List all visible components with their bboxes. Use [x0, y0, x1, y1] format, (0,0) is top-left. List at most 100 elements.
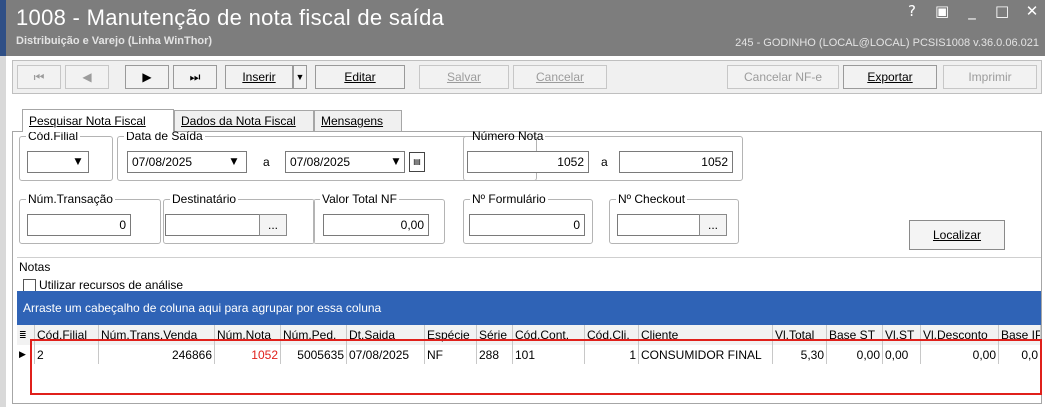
help-icon[interactable]: ? — [905, 2, 919, 20]
destinatario-label: Destinatário — [172, 192, 237, 206]
column-header[interactable]: Série — [477, 325, 513, 345]
first-record-button[interactable]: ⏮ — [17, 65, 61, 89]
next-icon: ▶ — [142, 70, 152, 84]
table-cell: 288 — [477, 345, 513, 364]
restore-icon[interactable]: ▣ — [935, 2, 949, 20]
num-checkout-input[interactable] — [617, 214, 701, 236]
toolbar: ⏮ ◀ ▶ ⏭ Inserir ▼ Editar Salvar Cancelar… — [12, 60, 1042, 94]
system-info: 245 - GODINHO (LOCAL@LOCAL) PCSIS1008 v.… — [735, 37, 1039, 49]
imprimir-label: Imprimir — [968, 70, 1012, 84]
table-cell: 5,30 — [773, 345, 827, 364]
group-by-hint: Arraste um cabeçalho de coluna aqui para… — [23, 301, 382, 315]
column-header[interactable]: Cliente — [639, 325, 773, 345]
inserir-button[interactable]: Inserir — [225, 65, 293, 89]
num-checkout-search-button[interactable]: ... — [699, 214, 727, 236]
analysis-checkbox-label: Utilizar recursos de análise — [39, 278, 184, 292]
column-header[interactable]: Cód.Filial — [35, 325, 99, 345]
calendar-dropdown-icon[interactable]: ▼ — [225, 153, 243, 171]
editar-button[interactable]: Editar — [315, 65, 405, 89]
main-area: ⏮ ◀ ▶ ⏭ Inserir ▼ Editar Salvar Cancelar… — [0, 56, 1045, 407]
num-transacao-label: Núm.Transação — [28, 192, 113, 206]
chevron-down-icon[interactable]: ▼ — [69, 153, 87, 171]
tab-dados-da-nota-fiscal[interactable]: Dados da Nota Fiscal — [174, 110, 314, 131]
window-subtitle: Distribuição e Varejo (Linha WinThor) — [16, 35, 213, 47]
chevron-down-icon: ▼ — [295, 72, 305, 82]
imprimir-button[interactable]: Imprimir — [943, 65, 1037, 89]
column-header[interactable]: Cód.Cont. — [513, 325, 585, 345]
num-formulario-input[interactable]: 0 — [469, 214, 585, 236]
editar-label: Editar — [344, 70, 376, 84]
cancelar-label: Cancelar — [535, 70, 585, 84]
cancelar-button[interactable]: Cancelar — [513, 65, 607, 89]
column-header[interactable]: Vl.Desconto — [921, 325, 999, 345]
column-header[interactable]: Cód.Cli. — [585, 325, 639, 345]
column-header[interactable]: Base ST — [827, 325, 883, 345]
table-cell: 5005635 — [281, 345, 347, 364]
salvar-button[interactable]: Salvar — [419, 65, 509, 89]
tab-label: Pesquisar Nota Fiscal — [29, 114, 146, 128]
column-header[interactable]: Dt.Saida — [347, 325, 425, 345]
destinatario-input[interactable] — [165, 214, 263, 236]
search-panel: Cód.Filial ▼ Data de Saída 07/08/2025 ▼ … — [12, 129, 1042, 404]
numero-nota-to-input[interactable]: 1052 — [619, 151, 733, 173]
exportar-button[interactable]: Exportar — [843, 65, 937, 89]
window-edge — [0, 0, 6, 56]
table-cell: 0,00 — [827, 345, 883, 364]
table-cell: 0,00 — [883, 345, 921, 364]
first-icon: ⏮ — [33, 69, 45, 84]
table-cell: NF — [425, 345, 477, 364]
table-cell: 1 — [585, 345, 639, 364]
maximize-icon[interactable]: □ — [995, 2, 1009, 20]
table-cell: 246866 — [99, 345, 215, 364]
numero-nota-label: Número Nota — [472, 129, 544, 143]
table-cell: 0,0 — [999, 345, 1041, 364]
close-icon[interactable]: ✕ — [1025, 2, 1039, 20]
tab-mensagens[interactable]: Mensagens — [314, 110, 402, 131]
table-cell: 101 — [513, 345, 585, 364]
date-range-separator: a — [263, 155, 270, 169]
destinatario-search-button[interactable]: ... — [259, 214, 287, 236]
main-edge — [0, 56, 6, 407]
numero-range-separator: a — [601, 155, 608, 169]
column-header[interactable]: Núm.Nota — [215, 325, 281, 345]
divider — [17, 257, 1041, 258]
numero-nota-from-input[interactable]: 1052 — [467, 151, 589, 173]
tab-label: Mensagens — [321, 114, 384, 128]
grid-menu-icon[interactable]: ≣ — [17, 325, 35, 345]
cancelar-nfe-label: Cancelar NF-e — [743, 70, 823, 84]
notas-label: Notas — [19, 260, 51, 274]
table-row[interactable]: ▶ 2 246866 1052 5005635 07/08/2025 NF 28… — [17, 345, 1041, 364]
column-header[interactable]: Núm.Trans.Venda — [99, 325, 215, 345]
previous-icon: ◀ — [82, 70, 92, 84]
next-record-button[interactable]: ▶ — [125, 65, 169, 89]
num-transacao-input[interactable]: 0 — [27, 214, 131, 236]
row-indicator-icon: ▶ — [17, 345, 35, 364]
column-header[interactable]: Base IP — [999, 325, 1041, 345]
calendar-dropdown-icon[interactable]: ▼ — [387, 153, 405, 171]
grid-header: ≣ Cód.Filial Núm.Trans.Venda Núm.Nota Nú… — [17, 325, 1041, 346]
tab-label: Dados da Nota Fiscal — [181, 114, 296, 128]
title-bar: 1008 - Manutenção de nota fiscal de saíd… — [0, 0, 1045, 56]
table-cell-num-nota: 1052 — [215, 345, 281, 364]
valor-total-label: Valor Total NF — [322, 192, 397, 206]
minimize-icon[interactable]: _ — [965, 2, 979, 20]
last-record-button[interactable]: ⏭ — [173, 65, 217, 89]
inserir-dropdown-button[interactable]: ▼ — [293, 65, 307, 89]
cancelar-nfe-button[interactable]: Cancelar NF-e — [727, 65, 839, 89]
table-cell: 0,00 — [921, 345, 999, 364]
column-header[interactable]: Vl.Total — [773, 325, 827, 345]
previous-record-button[interactable]: ◀ — [65, 65, 109, 89]
last-icon: ⏭ — [189, 69, 201, 84]
table-cell: CONSUMIDOR FINAL — [639, 345, 773, 364]
tab-pesquisar-nota-fiscal[interactable]: Pesquisar Nota Fiscal — [22, 109, 174, 132]
group-by-area[interactable]: Arraste um cabeçalho de coluna aqui para… — [17, 291, 1041, 325]
column-header[interactable]: Espécie — [425, 325, 477, 345]
localizar-button[interactable]: Localizar — [909, 220, 1005, 250]
window-controls: ? ▣ _ □ ✕ — [905, 2, 1039, 20]
column-header[interactable]: Vl.ST — [883, 325, 921, 345]
table-cell: 2 — [35, 345, 99, 364]
valor-total-input[interactable]: 0,00 — [323, 214, 429, 236]
column-header[interactable]: Núm.Ped. — [281, 325, 347, 345]
clipboard-icon[interactable]: ▤ — [409, 152, 425, 172]
exportar-label: Exportar — [867, 70, 913, 84]
